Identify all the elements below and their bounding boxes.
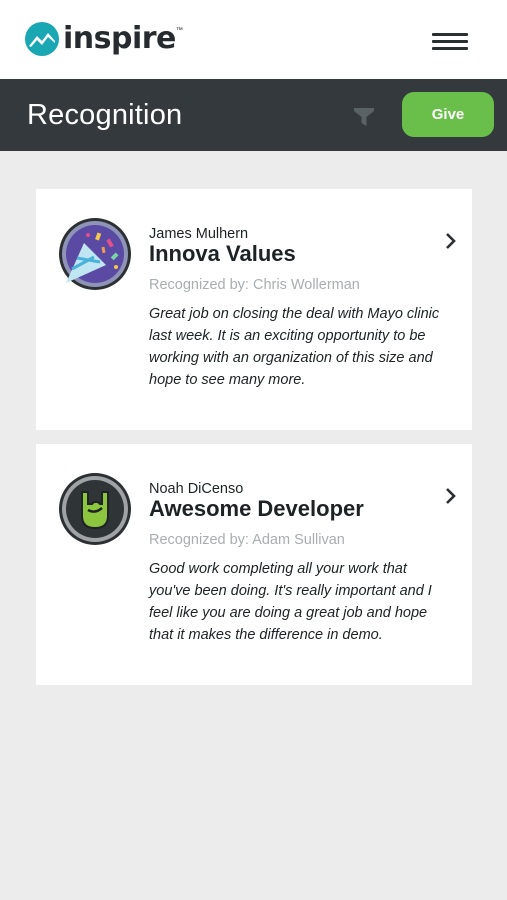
recipient-name: James Mulhern — [149, 226, 249, 242]
page-title: Recognition — [27, 99, 183, 131]
award-title: Innova Values — [149, 241, 296, 266]
recognition-message: Great job on closing the deal with Mayo … — [149, 306, 440, 388]
logo-text: inspire — [63, 21, 176, 56]
recognized-by: Recognized by: Chris Wollerman — [149, 277, 360, 293]
give-button[interactable]: Give — [402, 92, 494, 137]
recognition-card[interactable]: Noah DiCenso Awesome Developer Recognize… — [36, 444, 472, 685]
mountain-logo-icon — [25, 22, 59, 56]
app-logo[interactable]: inspire ™ — [24, 19, 183, 59]
chevron-right-icon[interactable] — [444, 232, 458, 250]
recognition-card[interactable]: James Mulhern Innova Values Recognized b… — [36, 189, 472, 430]
hamburger-menu-icon[interactable] — [430, 31, 470, 51]
recipient-name: Noah DiCenso — [149, 481, 244, 497]
recognized-by: Recognized by: Adam Sullivan — [149, 532, 345, 548]
page-header: Recognition Give — [0, 79, 507, 151]
award-title: Awesome Developer — [149, 496, 364, 521]
party-hat-confetti-icon — [59, 218, 131, 290]
logo-trademark: ™ — [175, 27, 183, 34]
rock-hand-icon — [59, 473, 131, 545]
filter-icon[interactable] — [353, 106, 375, 128]
recognition-message: Good work completing all your work that … — [149, 561, 432, 643]
top-bar: inspire ™ — [0, 0, 507, 79]
chevron-right-icon[interactable] — [444, 487, 458, 505]
